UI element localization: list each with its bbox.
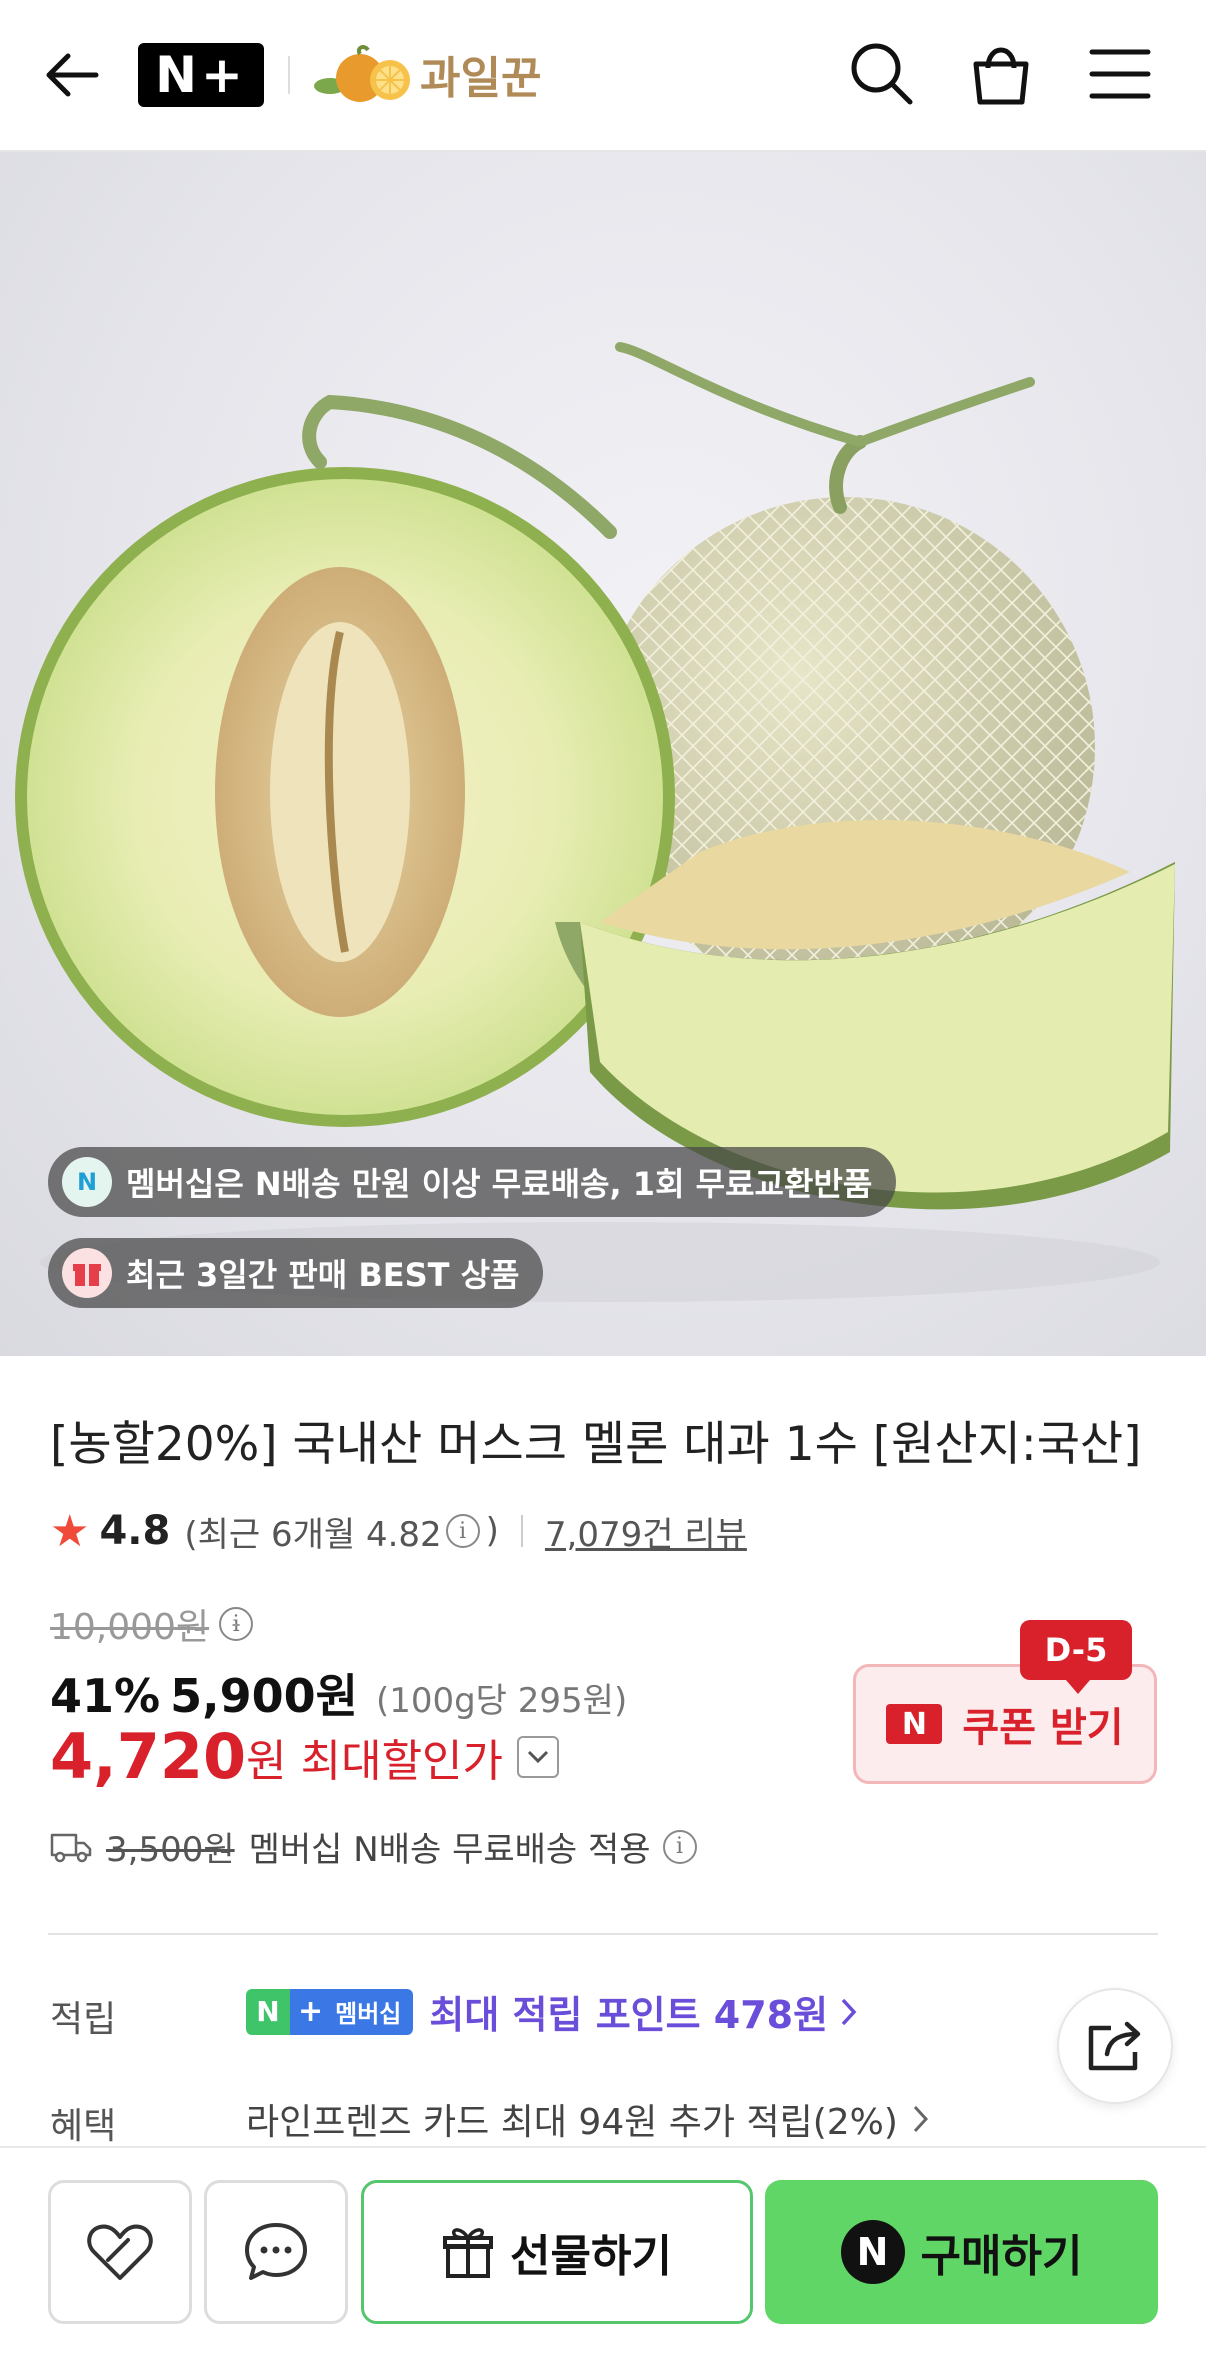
fruit-logo-icon[interactable] <box>312 40 416 108</box>
membership-badge: N + 멤버십 <box>246 1988 414 2035</box>
menu-icon[interactable] <box>1088 46 1152 102</box>
unit-price: (100g당 295원) <box>375 1681 628 1721</box>
rating-divider <box>520 1515 523 1547</box>
naver-pay-icon: N <box>840 2220 905 2284</box>
card-benefit-row[interactable]: 라인프렌즈 카드 최대 94원 추가 적립(2%) <box>246 2093 930 2145</box>
delivery-truck-icon <box>50 1833 92 1862</box>
points-label: 적립 <box>50 1999 117 2040</box>
coupon-dday-badge: D-5 <box>1020 1620 1132 1694</box>
coupon-label: 쿠폰 받기 <box>962 1705 1124 1751</box>
talk-button[interactable] <box>204 2180 348 2324</box>
rating-recent: (최근 6개월 4.82 <box>184 1514 442 1555</box>
original-price: 10,000원 <box>50 1607 210 1648</box>
membership-delivery-text: 멤버십은 N배송 만원 이상 무료배송, 1회 무료교환반품 <box>126 1165 873 1203</box>
chevron-down-icon[interactable] <box>517 1735 560 1778</box>
card-benefit-text: 라인프렌즈 카드 최대 94원 추가 적립(2%) <box>246 2102 898 2143</box>
points-row[interactable]: N + 멤버십 최대 적립 포인트 478원 <box>246 1984 858 2039</box>
membership-badge-n: N <box>246 1988 290 2035</box>
membership-delivery-pill: N 멤버십은 N배송 만원 이상 무료배송, 1회 무료교환반품 <box>48 1147 897 1217</box>
discount-rate: 41% <box>50 1669 161 1723</box>
buy-button-label: 구매하기 <box>920 2231 1083 2282</box>
shipping-info-icon[interactable]: i <box>662 1829 697 1864</box>
shipping-original-fee: 3,500원 <box>106 1830 235 1870</box>
sale-price: 5,900원 <box>170 1669 358 1723</box>
search-icon[interactable] <box>848 40 916 108</box>
star-icon: ★ <box>50 1505 90 1557</box>
naver-coupon-logo: N <box>886 1704 943 1744</box>
heart-icon <box>87 2224 153 2280</box>
gift-button[interactable]: 선물하기 <box>361 2180 753 2324</box>
section-divider <box>48 1933 1158 1935</box>
max-discount-row: 4,720 원 최대할인가 <box>50 1720 560 1793</box>
review-count-link[interactable]: 7,079건 리뷰 <box>545 1507 747 1556</box>
gift-icon <box>443 2228 494 2278</box>
back-arrow-icon[interactable] <box>40 42 106 108</box>
max-discount-price: 4,720 <box>50 1720 247 1793</box>
share-icon <box>1088 2021 1141 2071</box>
benefit-label: 혜택 <box>50 2106 117 2147</box>
chevron-right-icon <box>913 2105 928 2133</box>
share-button[interactable] <box>1057 1988 1173 2104</box>
gift-box-icon <box>62 1248 112 1298</box>
max-discount-label: 최대할인가 <box>300 1735 504 1787</box>
chevron-right-icon <box>841 1998 857 2025</box>
coupon-button[interactable]: N 쿠폰 받기 <box>853 1664 1157 1784</box>
top-header: N+ 과일꾼 <box>0 0 1206 152</box>
info-icon[interactable]: i <box>445 1514 480 1548</box>
best-seller-text: 최근 3일간 판매 BEST 상품 <box>126 1256 520 1294</box>
shopping-bag-icon[interactable] <box>966 38 1036 108</box>
n-delivery-icon: N <box>62 1157 112 1207</box>
gift-button-label: 선물하기 <box>510 2231 672 2282</box>
wishlist-button[interactable] <box>48 2180 192 2324</box>
chat-bubble-icon <box>245 2223 307 2280</box>
buy-button[interactable]: N 구매하기 <box>765 2180 1158 2324</box>
membership-badge-text: 멤버십 <box>331 1988 414 2035</box>
store-name[interactable]: 과일꾼 <box>420 42 541 106</box>
bottom-action-bar: 선물하기 N 구매하기 <box>0 2146 1206 2353</box>
header-divider <box>288 56 290 94</box>
max-discount-unit: 원 <box>246 1735 287 1787</box>
rating-row: ★ 4.8 (최근 6개월 4.82 i ) 7,079건 리뷰 <box>50 1503 747 1559</box>
original-price-row: 10,000원 i <box>50 1598 254 1650</box>
membership-badge-plus: + <box>290 1988 332 2035</box>
shipping-row: 3,500원 멤버십 N배송 무료배송 적용 i <box>50 1822 697 1871</box>
rating-value: 4.8 <box>99 1508 171 1554</box>
product-title: [농할20%] 국내산 머스크 멜론 대과 1수 [원산지:국산] <box>50 1417 1142 1472</box>
best-seller-pill: 최근 3일간 판매 BEST 상품 <box>48 1238 544 1308</box>
shipping-text: 멤버십 N배송 무료배송 적용 <box>248 1830 651 1870</box>
max-points-text: 최대 적립 포인트 478원 <box>429 1993 829 2037</box>
sale-price-row: 41% 5,900원 (100g당 295원) <box>50 1660 627 1726</box>
product-image-carousel[interactable]: N 멤버십은 N배송 만원 이상 무료배송, 1회 무료교환반품 최근 3일간 … <box>0 152 1206 1356</box>
naver-plus-logo[interactable]: N+ <box>138 43 264 107</box>
price-info-icon[interactable]: i <box>219 1607 254 1641</box>
rating-recent-close: ) <box>485 1511 499 1551</box>
